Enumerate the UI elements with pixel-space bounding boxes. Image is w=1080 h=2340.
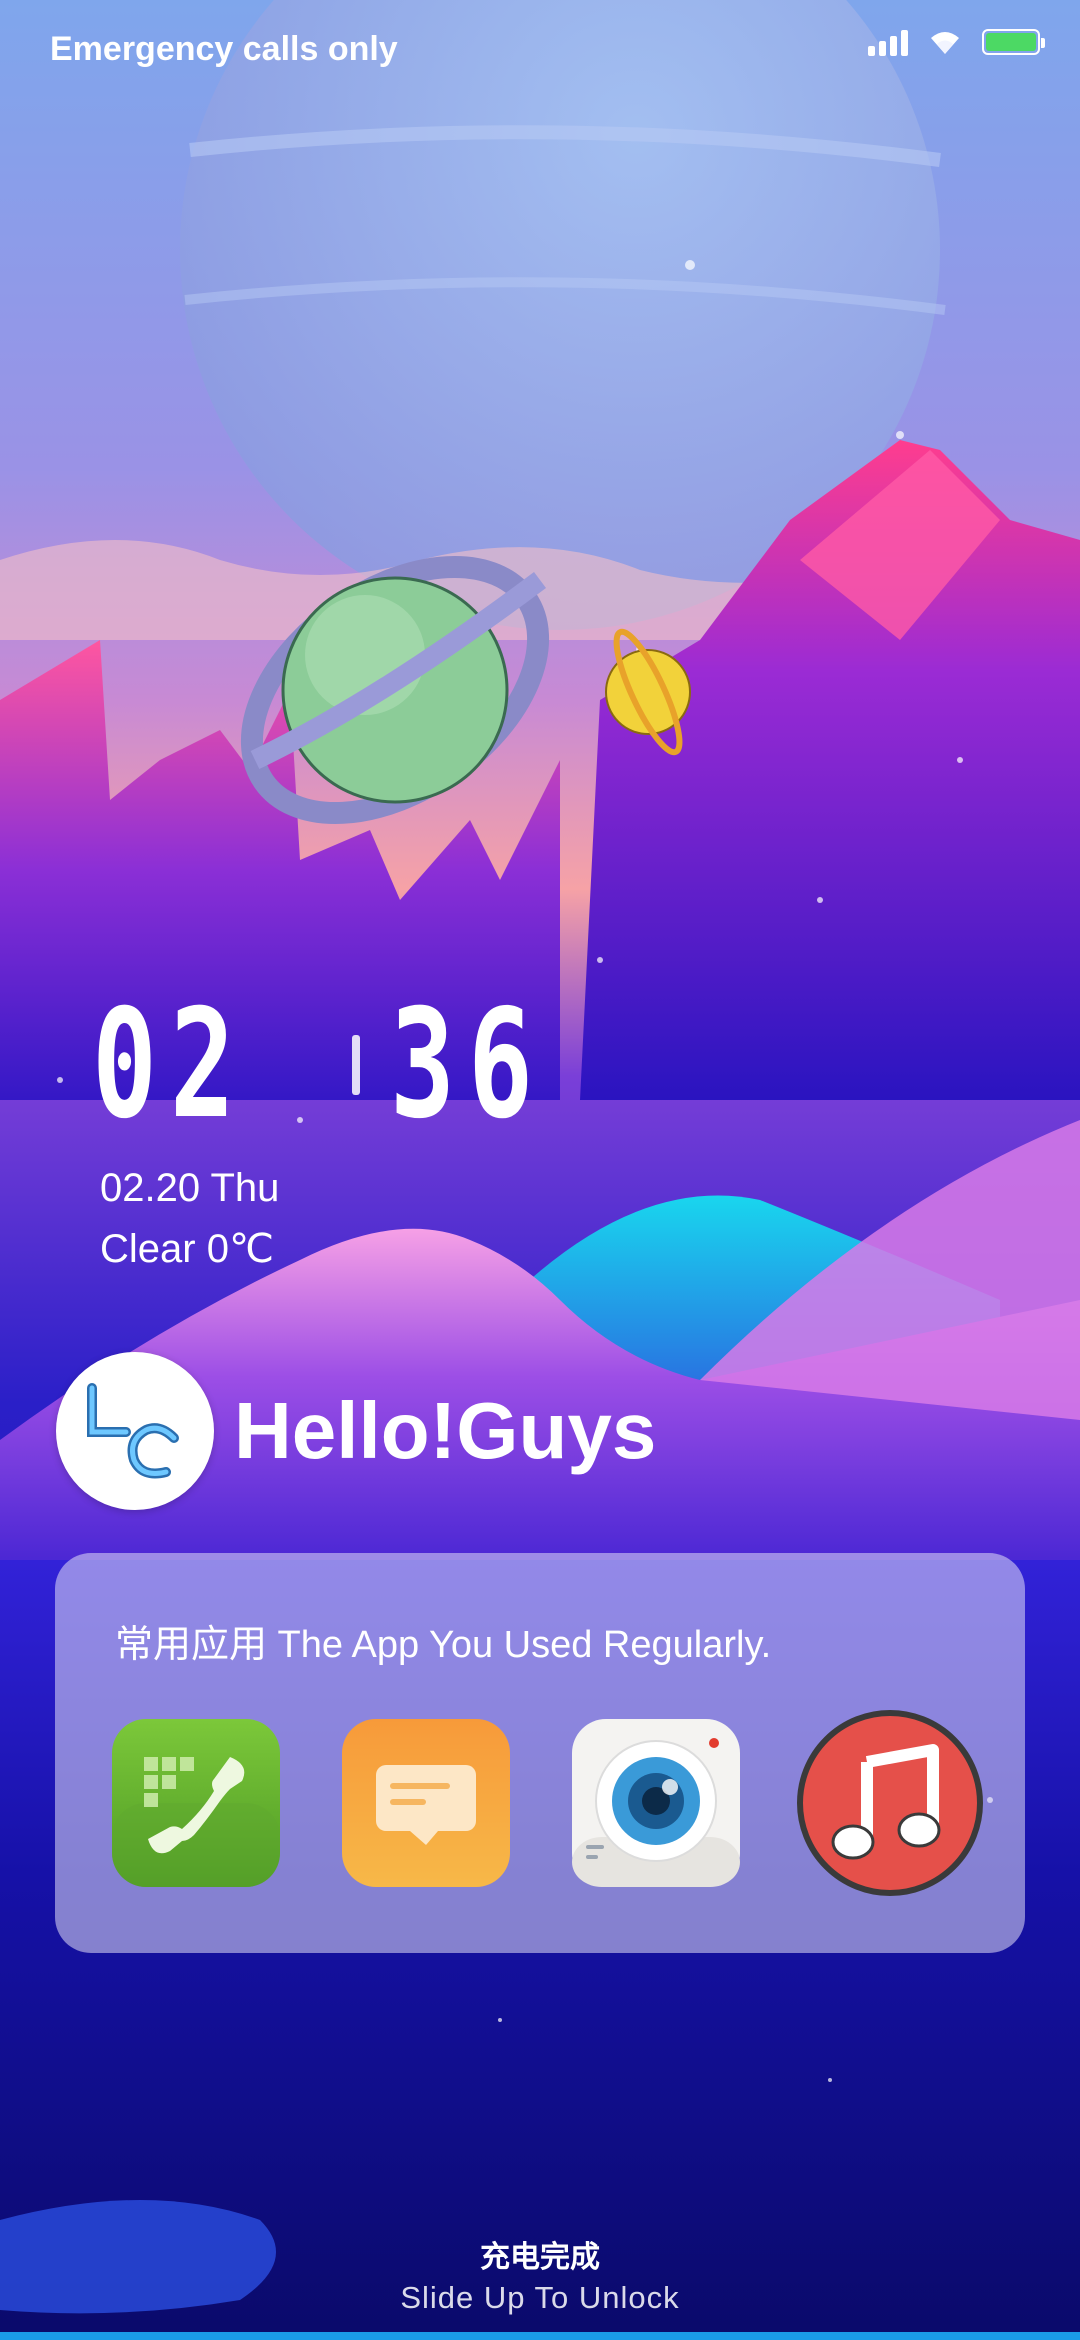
weather-text: Clear 0℃ <box>100 1227 274 1271</box>
signal-icon <box>868 28 908 56</box>
charging-status: 充电完成 <box>480 2241 600 2274</box>
status-bar: Emergency calls only <box>0 0 1080 100</box>
lock-clock: 02 36 <box>92 978 607 1152</box>
battery-icon <box>982 29 1045 55</box>
status-icons <box>868 28 1045 56</box>
message-icon <box>342 1719 510 1887</box>
clock-minutes: 36 <box>390 978 546 1152</box>
battery-fill <box>986 33 1036 51</box>
frequent-apps-title: 常用应用 The App You Used Regularly. <box>115 1624 772 1666</box>
frequent-apps-card: 常用应用 The App You Used Regularly. <box>55 1553 1025 1953</box>
lc-logo-icon <box>87 1383 179 1479</box>
clock-separator <box>352 1035 360 1095</box>
bottom-edge-line <box>0 2332 1080 2340</box>
messages-app-button[interactable] <box>340 1717 512 1889</box>
music-app-button[interactable] <box>795 1708 985 1898</box>
avatar[interactable] <box>56 1352 214 1510</box>
carrier-text: Emergency calls only <box>50 30 398 68</box>
camera-app-button[interactable] <box>570 1717 742 1889</box>
phone-app-button[interactable] <box>110 1717 282 1889</box>
date-text: 02.20 Thu <box>100 1166 280 1210</box>
phone-icon <box>112 1719 280 1887</box>
camera-icon <box>572 1719 740 1887</box>
wifi-icon <box>931 32 959 54</box>
greeting-text: Hello!Guys <box>234 1386 657 1475</box>
slide-up-unlock-hint[interactable]: Slide Up To Unlock <box>0 2280 1080 2316</box>
profile-widget[interactable]: Hello!Guys <box>56 1352 656 1510</box>
music-icon <box>797 1710 983 1896</box>
clock-hours: 02 <box>92 978 248 1152</box>
